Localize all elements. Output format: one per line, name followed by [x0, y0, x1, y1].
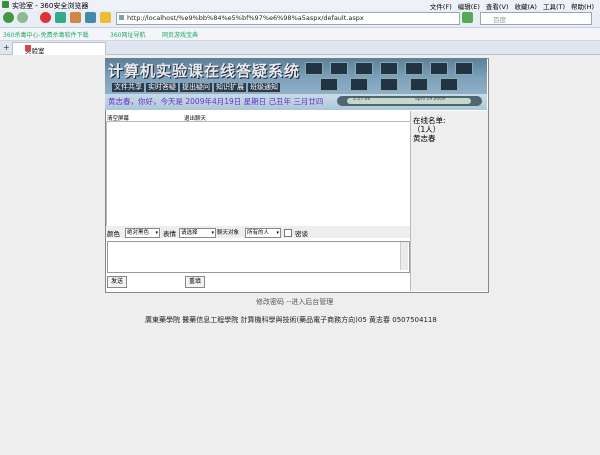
monitor-image	[430, 62, 448, 75]
target-label: 聊天对象	[217, 230, 240, 236]
chat-toolbar: 颜色 绝对黑色 表情 请选择 聊天对象 所有的人 密谈	[106, 226, 410, 238]
forward-icon[interactable]	[17, 12, 28, 23]
monitor-image	[440, 78, 458, 91]
stop-icon[interactable]	[40, 12, 51, 23]
home-icon[interactable]	[70, 12, 81, 23]
monitor-image	[455, 62, 473, 75]
close-tab-icon[interactable]	[25, 45, 31, 51]
clock-widget: 2:27:06 april 19 2009	[337, 96, 482, 106]
tab-strip: + 实验室	[0, 41, 600, 55]
online-panel: 在线名单: （1人） 黄志春	[410, 111, 488, 291]
private-checkbox[interactable]	[284, 229, 292, 237]
nav-realtime-qa[interactable]: 实时答疑	[146, 83, 178, 92]
new-tab-icon[interactable]: +	[3, 43, 10, 52]
address-text: http://localhost/%e9%bb%84%e5%bf%97%e6%9…	[127, 14, 364, 22]
app-icon	[2, 1, 9, 8]
address-bar[interactable]: http://localhost/%e9%bb%84%e5%bf%97%e6%9…	[116, 12, 460, 25]
emote-select[interactable]: 请选择	[179, 228, 216, 238]
go-icon[interactable]	[462, 12, 473, 23]
color-select[interactable]: 绝对黑色	[125, 228, 160, 238]
private-label: 密谈	[295, 230, 308, 238]
clock-date: april 19 2009	[415, 97, 446, 102]
bookmarks-bar: 360杀毒中心-免费杀毒软件下载 360网址导航 网页游戏宝典	[0, 28, 600, 41]
nav-knowledge[interactable]: 知识扩展	[214, 83, 246, 92]
monitor-image	[350, 78, 368, 91]
tab-lab[interactable]: 实验室	[12, 42, 106, 55]
nav-class-notice[interactable]: 班级通知	[248, 83, 280, 92]
monitor-image	[380, 78, 398, 91]
refresh-icon[interactable]	[55, 12, 66, 23]
monitor-image	[355, 62, 373, 75]
reset-button[interactable]: 重填	[185, 276, 205, 288]
greeting-text: 黄志春，你好，今天是 2009年4月19日 星期日 己丑年 三月廿四	[108, 97, 324, 106]
back-icon[interactable]	[3, 12, 14, 23]
site-nav: 文件共享 实时答疑 提出疑问 知识扩展 班级通知	[112, 83, 280, 92]
emote-label: 表情	[163, 230, 176, 238]
bookmark-1[interactable]: 360杀毒中心-免费杀毒软件下载	[3, 30, 89, 39]
page-icon	[119, 15, 124, 20]
clock-time: 2:27:06	[353, 97, 371, 102]
monitor-image	[405, 62, 423, 75]
color-label: 颜色	[107, 230, 120, 238]
online-user[interactable]: 黄志春	[413, 133, 436, 144]
favorite-star-icon[interactable]	[100, 12, 111, 23]
nav-file-share[interactable]: 文件共享	[112, 83, 144, 92]
nav-ask-question[interactable]: 提出疑问	[180, 83, 212, 92]
search-box[interactable]: 百度	[480, 12, 592, 25]
site-title: 计算机实验课在线答疑系统	[108, 62, 301, 80]
monitor-image	[320, 78, 338, 91]
footer-credit: 廣東藥學院 醫藥信息工程學院 計算機科學與技術(藥品電子商務方向)05 黄志春 …	[145, 316, 437, 324]
monitor-image	[305, 62, 323, 75]
restore-icon[interactable]	[85, 12, 96, 23]
bookmark-2[interactable]: 360网址导航	[110, 30, 145, 39]
chat-messages	[106, 121, 411, 227]
input-scrollbar[interactable]	[400, 242, 408, 270]
navigation-bar: http://localhost/%e9%bb%84%e5%bf%97%e6%9…	[0, 10, 600, 28]
bookmark-3[interactable]: 网页游戏宝典	[162, 30, 198, 39]
message-input[interactable]	[107, 241, 410, 273]
search-placeholder: 百度	[493, 16, 506, 24]
monitor-image	[410, 78, 428, 91]
chat-headers: 清空屏幕 退出聊天	[106, 114, 410, 122]
monitor-image	[380, 62, 398, 75]
monitor-image	[330, 62, 348, 75]
target-select[interactable]: 所有的人	[245, 228, 281, 238]
footer-links[interactable]: 修改密码 --进入后台管理	[256, 297, 333, 307]
send-button[interactable]: 发送	[107, 276, 127, 288]
